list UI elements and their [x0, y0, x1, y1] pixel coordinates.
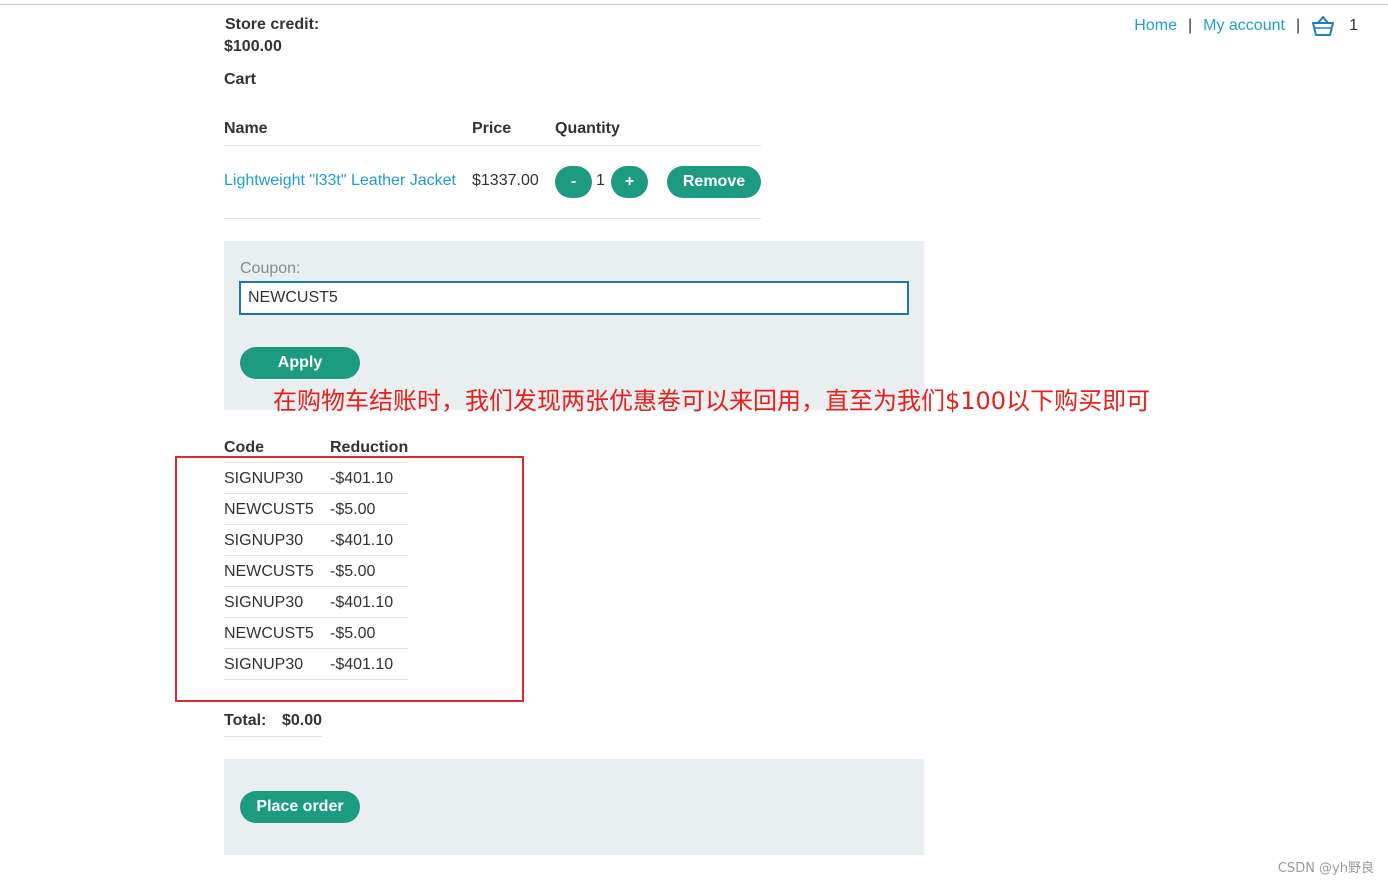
quantity-value: 1 — [596, 172, 605, 189]
column-quantity: Quantity — [555, 120, 620, 137]
column-price: Price — [472, 120, 512, 137]
coupon-label: Coupon: — [240, 260, 301, 277]
cart-basket-icon[interactable] — [1311, 15, 1335, 37]
top-nav: Home | My account | 1 — [1134, 15, 1358, 37]
nav-separator: | — [1295, 17, 1301, 34]
watermark: CSDN @yh野良 — [1277, 861, 1374, 876]
total-label: Total: — [224, 712, 267, 729]
total-row: Total: $0.00 — [224, 708, 322, 737]
product-link[interactable]: Lightweight "l33t" Leather Jacket — [224, 172, 456, 190]
place-order-panel: Place order — [224, 759, 924, 855]
annotation-highlight-box — [175, 456, 524, 702]
total-value: $0.00 — [282, 712, 323, 729]
apply-coupon-button[interactable]: Apply — [240, 347, 360, 379]
cart-title: Cart — [224, 71, 257, 88]
column-code: Code — [224, 439, 264, 456]
column-reduction: Reduction — [330, 439, 409, 456]
decrement-quantity-button[interactable]: - — [555, 166, 592, 198]
cart-item-row: Lightweight "l33t" Leather Jacket $1337.… — [224, 146, 761, 219]
my-account-link[interactable]: My account — [1203, 17, 1285, 35]
store-credit-amount: $100.00 — [224, 38, 282, 55]
column-name: Name — [224, 120, 268, 137]
nav-separator: | — [1187, 17, 1193, 34]
remove-button[interactable]: Remove — [667, 166, 761, 198]
increment-quantity-button[interactable]: + — [611, 166, 648, 198]
top-divider — [0, 4, 1388, 5]
coupon-input[interactable] — [239, 281, 909, 315]
cart-table-header: Name Price Quantity — [224, 118, 761, 146]
place-order-button[interactable]: Place order — [240, 791, 360, 823]
store-credit-label: Store credit: — [225, 16, 320, 33]
product-price: $1337.00 — [472, 172, 539, 189]
home-link[interactable]: Home — [1134, 17, 1177, 35]
annotation-text: 在购物车结账时，我们发现两张优惠卷可以来回用，直至为我们$100以下购买即可 — [273, 387, 1151, 415]
cart-count: 1 — [1349, 17, 1358, 34]
